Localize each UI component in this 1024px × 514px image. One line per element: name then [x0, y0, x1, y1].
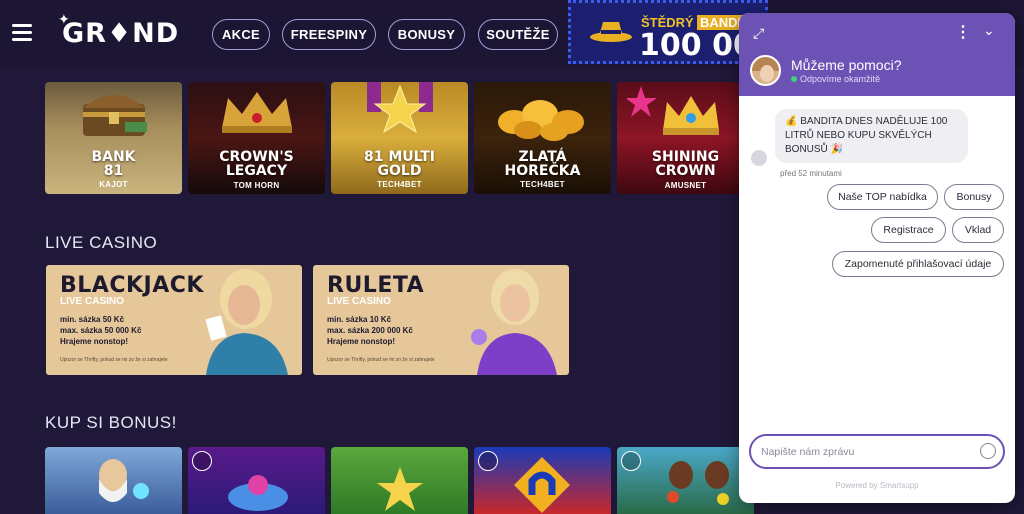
nav-akce-button[interactable]: AKCE — [212, 19, 270, 50]
chat-widget: ⤢ ⋮ ⌄ Můžeme pomoci? Odpovíme okamžitě 💰… — [739, 13, 1015, 503]
island-girls-art — [667, 461, 729, 505]
dealer-portrait — [471, 269, 557, 375]
banner-disclaimer: Upozor se Thrifty, pokud se mi zo že si … — [327, 357, 435, 363]
game-provider: AMUSNET — [664, 181, 707, 190]
bonus-game-tile[interactable] — [474, 447, 611, 514]
game-name-line1: SHINING — [651, 149, 720, 165]
live-banner-blackjack[interactable]: BLACKJACK LIVE CASINO min. sázka 50 Kč m… — [46, 265, 302, 375]
game-provider: KAJOT — [99, 180, 128, 189]
game-provider: TECH4BET — [377, 180, 422, 189]
bonus-game-tile[interactable] — [331, 447, 468, 514]
bonus-game-tile[interactable] — [617, 447, 754, 514]
chat-status: Odpovíme okamžitě — [791, 74, 880, 84]
promo-amount: 100 00 — [639, 28, 754, 63]
banner-cta: Hrajeme nonstop! — [60, 337, 129, 346]
game-tile-crowns-legacy[interactable]: CROWN'S LEGACY TOM HORN — [188, 82, 325, 194]
treasure-chest-icon — [83, 95, 147, 136]
game-name-line2: LEGACY — [225, 163, 288, 179]
promo-banner[interactable]: ŠTĚDRÝ BANDITA 100 00 — [568, 0, 768, 64]
quick-reply-vklad[interactable]: Vklad — [952, 217, 1004, 243]
quick-reply-bonusy[interactable]: Bonusy — [944, 184, 1004, 210]
banner-min-bet: min. sázka 50 Kč — [60, 315, 125, 324]
page: ✦ GR♦ND AKCE FREESPINY BONUSY SOUTĚŽE ŠT… — [0, 0, 1024, 514]
quick-reply-registrace[interactable]: Registrace — [871, 217, 946, 243]
cart-icon — [478, 451, 498, 471]
bonus-game-tile[interactable] — [188, 447, 325, 514]
nav-freespiny-button[interactable]: FREESPINY — [282, 19, 376, 50]
banner-cta: Hrajeme nonstop! — [327, 337, 396, 346]
star-icon — [367, 82, 433, 134]
game-name-line1: BANK — [91, 149, 136, 165]
game-tile-bank-81[interactable]: BANK 81 KAJOT — [45, 82, 182, 194]
chat-status-text: Odpovíme okamžitě — [800, 74, 881, 84]
game-tile-shining-crown[interactable]: SHINING CROWN AMUSNET — [617, 82, 754, 194]
emoji-icon[interactable] — [980, 443, 996, 459]
zeus-figure — [99, 459, 149, 502]
cart-icon — [192, 451, 212, 471]
chat-message-input[interactable] — [761, 443, 976, 461]
game-provider: TECH4BET — [520, 180, 565, 189]
game-name-line2: HOREČKA — [504, 163, 581, 179]
logo-text: GR♦ND — [62, 18, 180, 49]
banner-min-bet: min. sázka 10 Kč — [327, 315, 392, 324]
quick-reply-top-nabidka[interactable]: Naše TOP nabídka — [827, 184, 938, 210]
banner-title: RULETA — [327, 273, 425, 298]
bonus-game-tile[interactable] — [45, 447, 182, 514]
game-name-line1: CROWN'S — [219, 149, 294, 165]
gold-nuggets-icon — [498, 100, 584, 141]
shining-crown-icon — [627, 86, 719, 135]
hamburger-menu-icon[interactable] — [12, 24, 32, 41]
chat-input-box[interactable] — [749, 434, 1005, 469]
fruit-star-art — [377, 467, 423, 511]
banner-title: BLACKJACK — [60, 273, 204, 298]
chevron-down-icon[interactable]: ⌄ — [983, 22, 995, 39]
cart-icon — [621, 451, 641, 471]
banner-disclaimer: Upozor se Thrifty, pokud se mi zo že si … — [60, 357, 168, 363]
banner-subtitle: LIVE CASINO — [60, 296, 124, 307]
nav-souteze-button[interactable]: SOUTĚŽE — [478, 19, 558, 50]
agent-avatar — [750, 55, 781, 86]
bandit-hat-icon — [590, 22, 632, 42]
chat-message-bubble: 💰 BANDITA DNES NADĚLUJE 100 LITRŮ NEBO K… — [775, 109, 968, 163]
game-name-line1: 81 MULTI — [363, 149, 436, 165]
quick-reply-zapomenute-udaje[interactable]: Zapomenuté přihlašovací údaje — [832, 251, 1004, 277]
nav-bonusy-button[interactable]: BONUSY — [388, 19, 465, 50]
game-provider: TOM HORN — [233, 181, 280, 190]
flower-art — [228, 475, 288, 511]
more-options-icon[interactable]: ⋮ — [955, 22, 971, 42]
section-title-kup-si-bonus: KUP SI BONUS! — [45, 413, 177, 432]
bot-avatar-icon — [751, 150, 767, 166]
sparkle-icon: ✦ — [58, 12, 71, 28]
section-title-live-casino: LIVE CASINO — [45, 233, 158, 252]
powered-by: Powered by Smartsupp — [835, 481, 919, 490]
game-name-line2: GOLD — [377, 163, 422, 179]
game-name-line1: ZLATÁ — [518, 149, 567, 165]
banner-max-bet: max. sázka 200 000 Kč — [327, 326, 413, 335]
chat-header: ⤢ ⋮ ⌄ Můžeme pomoci? Odpovíme okamžitě — [739, 13, 1015, 96]
game-tile-zlata-horecka[interactable]: ZLATÁ HOREČKA TECH4BET — [474, 82, 611, 194]
live-banner-ruleta[interactable]: RULETA LIVE CASINO min. sázka 10 Kč max.… — [313, 265, 569, 375]
game-name-line2: 81 — [103, 163, 124, 179]
game-name-line2: CROWN — [655, 163, 716, 179]
online-dot-icon — [791, 76, 797, 82]
game-tile-81-multi-gold[interactable]: 81 MULTI GOLD TECH4BET — [331, 82, 468, 194]
logo[interactable]: ✦ GR♦ND — [58, 12, 180, 49]
banner-max-bet: max. sázka 50 000 Kč — [60, 326, 142, 335]
crown-icon — [222, 92, 292, 133]
magnet-art — [514, 457, 570, 513]
expand-icon[interactable]: ⤢ — [753, 25, 764, 42]
message-timestamp: před 52 minutami — [780, 169, 842, 178]
banner-subtitle: LIVE CASINO — [327, 296, 391, 307]
chat-title: Můžeme pomoci? — [791, 57, 902, 73]
